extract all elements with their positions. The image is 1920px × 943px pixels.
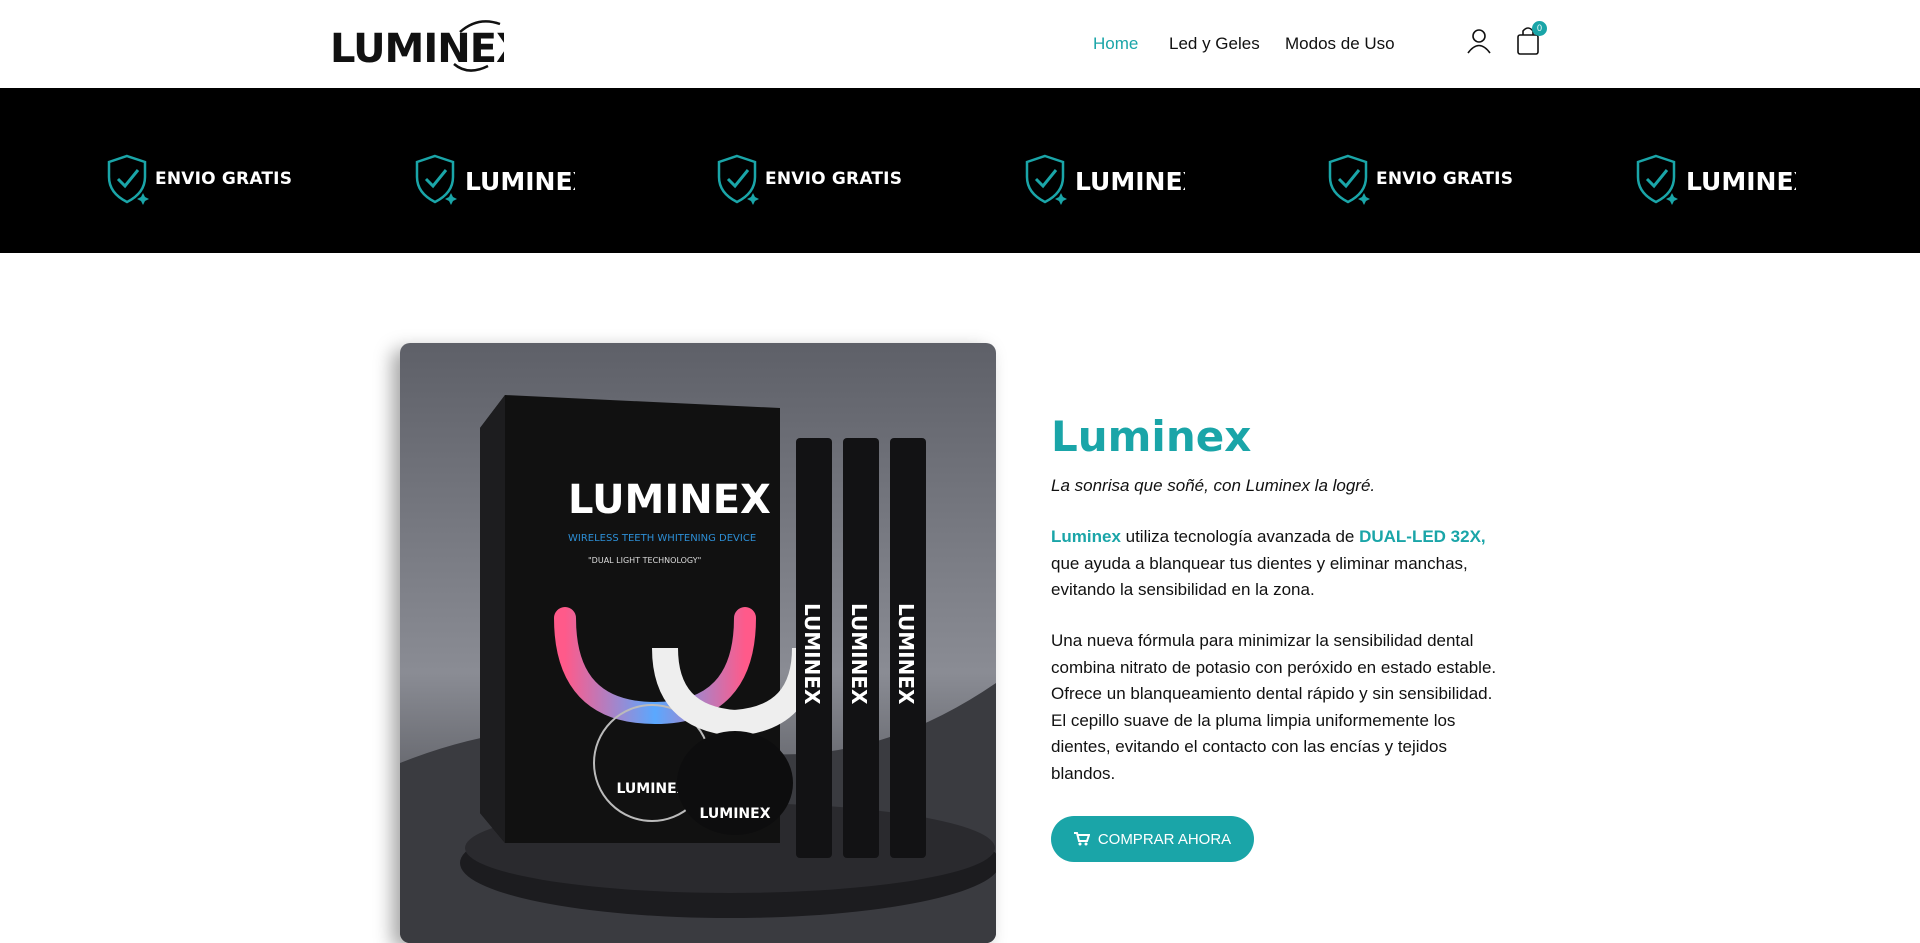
nav-led-y-geles[interactable]: Led y Geles xyxy=(1169,34,1260,54)
svg-text:LUMINEX: LUMINEX xyxy=(465,167,575,196)
nav-home[interactable]: Home xyxy=(1093,34,1138,54)
nav-modos-de-uso[interactable]: Modos de Uso xyxy=(1285,34,1395,54)
pen-brand: LUMINEX xyxy=(800,603,824,705)
box-tagline: "DUAL LIGHT TECHNOLOGY" xyxy=(588,556,701,565)
shield-check-icon xyxy=(415,154,457,205)
product-description-2: Una nueva fórmula para minimizar la sens… xyxy=(1051,631,1497,783)
band-logo: LUMINEX xyxy=(1686,167,1796,196)
band-item-envio-gratis: ENVIO GRATIS xyxy=(713,154,903,205)
svg-text:LUMINEX: LUMINEX xyxy=(847,603,871,705)
site-header: LUMINEX Home Led y Geles Modos de Uso 0 xyxy=(0,0,1920,88)
band-item-envio-gratis: ENVIO GRATIS xyxy=(103,154,293,205)
shield-check-icon xyxy=(717,154,759,205)
band-item-logo: LUMINEX xyxy=(1021,154,1185,205)
cart-icon xyxy=(1073,832,1090,846)
svg-text:LUMINEX: LUMINEX xyxy=(1075,167,1185,196)
shield-check-icon xyxy=(1025,154,1067,205)
band-logo: LUMINEX xyxy=(1075,167,1185,196)
svg-text:LUMINEX: LUMINEX xyxy=(894,603,918,705)
band-logo: LUMINEX xyxy=(465,167,575,196)
box-brand: LUMINEX xyxy=(568,477,771,523)
product-title: Luminex xyxy=(1051,412,1252,461)
user-icon[interactable] xyxy=(1467,28,1491,59)
shield-check-icon xyxy=(1636,154,1678,205)
buy-now-label: COMPRAR AHORA xyxy=(1097,830,1232,848)
para1-text2: que ayuda a blanquear tus dientes y elim… xyxy=(1051,553,1468,600)
cart-count-badge: 0 xyxy=(1532,21,1547,36)
shield-check-icon xyxy=(1328,154,1370,205)
site-logo[interactable]: LUMINEX xyxy=(328,16,528,72)
promo-band: ENVIO GRATIS LUMINEX ENVIO GRATIS LUMINE… xyxy=(0,88,1920,253)
buy-now-button[interactable]: COMPRAR AHORA xyxy=(1051,816,1254,862)
shield-check-icon xyxy=(107,154,149,205)
product-tagline: La sonrisa que soñé, con Luminex la logr… xyxy=(1051,476,1376,495)
product-description-1: Luminex utiliza tecnología avanzada de D… xyxy=(1051,524,1511,604)
svg-text:LUMINEX: LUMINEX xyxy=(699,806,770,822)
band-text: ENVIO GRATIS xyxy=(765,169,903,189)
highlight-dual-led: DUAL-LED 32X, xyxy=(1359,527,1486,546)
band-text: ENVIO GRATIS xyxy=(155,169,293,189)
band-item-logo: LUMINEX xyxy=(411,154,575,205)
logo-text: LUMINEX xyxy=(330,26,504,72)
highlight-luminex: Luminex xyxy=(1051,527,1121,546)
svg-text:LUMINEX: LUMINEX xyxy=(1686,167,1796,196)
band-item-envio-gratis: ENVIO GRATIS xyxy=(1324,154,1514,205)
band-text: ENVIO GRATIS xyxy=(1376,169,1514,189)
box-subtitle: WIRELESS TEETH WHITENING DEVICE xyxy=(568,533,756,544)
para1-text1: utiliza tecnología avanzada de xyxy=(1120,527,1360,546)
band-item-logo: LUMINEX xyxy=(1632,154,1796,205)
product-image: LUMINEX WIRELESS TEETH WHITENING DEVICE … xyxy=(400,343,996,943)
